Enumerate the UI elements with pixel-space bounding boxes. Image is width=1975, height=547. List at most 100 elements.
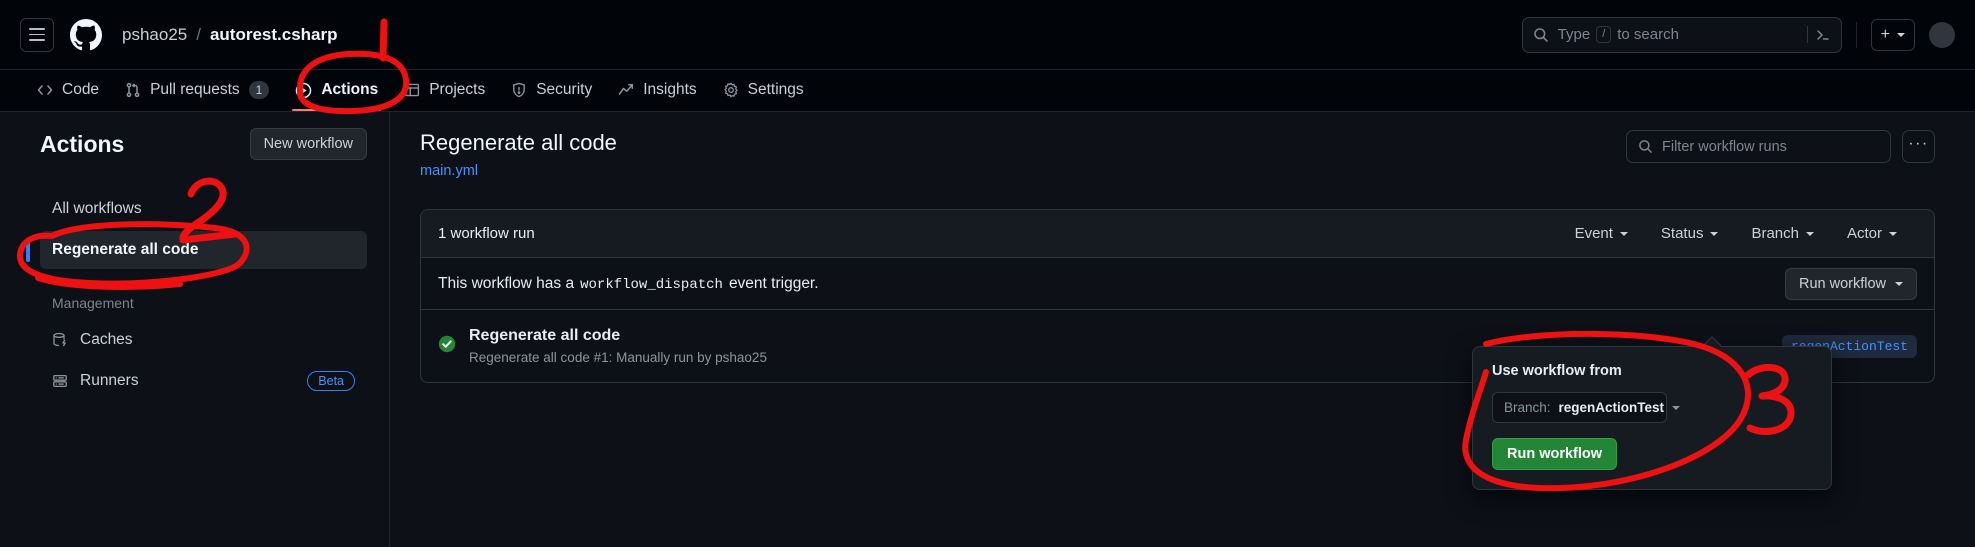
breadcrumb-separator: / — [196, 24, 201, 44]
branch-select-prefix: Branch: — [1504, 400, 1551, 415]
chevron-down-icon — [1710, 231, 1719, 236]
play-circle-icon — [295, 82, 312, 99]
tab-security[interactable]: Security — [498, 81, 605, 111]
tab-code[interactable]: Code — [24, 81, 112, 111]
server-icon — [52, 373, 68, 389]
filter-branch-dropdown[interactable]: Branch — [1751, 225, 1814, 242]
sidebar-item-runners[interactable]: Runners Beta — [40, 362, 367, 400]
sidebar-item-regenerate-all-code-label: Regenerate all code — [52, 241, 199, 258]
tab-projects-label: Projects — [429, 81, 486, 98]
chevron-down-icon — [1897, 32, 1905, 37]
run-workflow-dropdown-button[interactable]: Run workflow — [1784, 267, 1917, 300]
header-actions: Type / to search + — [1521, 16, 1955, 53]
dispatch-suffix: event trigger. — [728, 274, 819, 292]
tab-actions-label: Actions — [321, 81, 379, 98]
chevron-down-icon — [1889, 231, 1897, 236]
workflow-dispatch-notice: This workflow has a workflow_dispatch ev… — [421, 258, 1934, 310]
workflow-run-name[interactable]: Regenerate all code — [469, 327, 767, 345]
workflow-run-subtitle: Regenerate all code #1: Manually run by … — [469, 350, 767, 365]
code-icon — [37, 82, 53, 98]
breadcrumb: pshao25 / autorest.csharp — [122, 25, 338, 45]
shield-icon — [511, 82, 527, 98]
breadcrumb-repo[interactable]: autorest.csharp — [210, 25, 338, 45]
workflow-runs-header: 1 workflow run Event Status Branch Actor — [421, 210, 1934, 258]
check-circle-success-icon — [438, 335, 456, 358]
sidebar-group-management: Management — [52, 295, 134, 311]
plus-icon: + — [1880, 25, 1890, 43]
filter-workflow-runs-input[interactable]: Filter workflow runs — [1626, 130, 1891, 163]
tab-actions[interactable]: Actions — [282, 81, 391, 111]
sidebar-item-all-workflows[interactable]: All workflows — [40, 190, 367, 228]
create-new-button[interactable]: + — [1870, 18, 1915, 51]
git-pull-request-icon — [125, 82, 141, 98]
dispatch-prefix: This workflow has a — [438, 274, 575, 292]
sidebar-title: Actions — [40, 130, 125, 157]
search-slash-key: / — [1596, 26, 1612, 43]
workflow-header: Regenerate all code main.yml Filter work… — [420, 130, 1935, 179]
tab-insights-label: Insights — [643, 81, 697, 98]
tab-projects[interactable]: Projects — [391, 81, 498, 111]
tab-settings-label: Settings — [747, 81, 804, 98]
workflow-runs-count: 1 workflow run — [438, 225, 535, 242]
filter-status-dropdown[interactable]: Status — [1661, 225, 1719, 242]
chevron-down-icon — [1805, 231, 1814, 236]
tab-security-label: Security — [536, 81, 593, 98]
use-workflow-from-label: Use workflow from — [1492, 363, 1622, 379]
table-icon — [404, 82, 420, 98]
filter-actor-dropdown[interactable]: Actor — [1847, 225, 1897, 242]
run-workflow-submit-button[interactable]: Run workflow — [1492, 438, 1618, 470]
chevron-down-icon — [1672, 405, 1681, 410]
page-title: Regenerate all code — [420, 130, 617, 155]
global-header: pshao25 / autorest.csharp Type / to sear… — [0, 0, 1975, 70]
new-workflow-button[interactable]: New workflow — [249, 128, 367, 160]
workflow-run-info: Regenerate all code Regenerate all code … — [469, 327, 767, 365]
sidebar-item-caches[interactable]: Caches — [40, 321, 367, 359]
filter-actor-label: Actor — [1846, 225, 1882, 242]
dispatch-notice-text: This workflow has a workflow_dispatch ev… — [438, 275, 819, 293]
search-icon — [1638, 139, 1653, 154]
search-placeholder-suffix: to search — [1617, 26, 1679, 43]
github-logo-icon[interactable] — [70, 18, 102, 51]
overflow-menu-button[interactable]: ··· — [1902, 130, 1935, 163]
branch-select-value: regenActionTest — [1558, 400, 1665, 415]
chevron-down-icon — [1619, 231, 1628, 236]
search-icon — [1533, 27, 1549, 43]
sidebar-item-caches-label: Caches — [80, 331, 133, 348]
pull-requests-count: 1 — [248, 81, 270, 99]
workflow-file-link[interactable]: main.yml — [420, 163, 617, 179]
workflow-title-block: Regenerate all code main.yml — [420, 130, 617, 179]
search-placeholder-prefix: Type — [1557, 26, 1591, 43]
header-divider — [1855, 21, 1857, 48]
tab-settings[interactable]: Settings — [710, 81, 817, 111]
breadcrumb-owner[interactable]: pshao25 — [122, 25, 187, 45]
avatar[interactable] — [1929, 21, 1955, 48]
sidebar-item-all-workflows-label: All workflows — [52, 200, 142, 217]
filter-event-dropdown[interactable]: Event — [1575, 225, 1628, 242]
tab-pull-requests[interactable]: Pull requests 1 — [112, 81, 282, 111]
sidebar-item-runners-label: Runners — [80, 372, 139, 389]
dispatch-event-code: workflow_dispatch — [580, 276, 723, 293]
tab-insights[interactable]: Insights — [605, 81, 709, 111]
chevron-down-icon — [1895, 281, 1903, 286]
filter-status-label: Status — [1660, 225, 1704, 242]
global-search-input[interactable]: Type / to search — [1521, 16, 1842, 53]
gear-icon — [723, 82, 739, 98]
global-search-placeholder: Type / to search — [1558, 26, 1679, 43]
filter-placeholder: Filter workflow runs — [1662, 138, 1787, 155]
sidebar-header: Actions New workflow — [40, 128, 367, 160]
runners-beta-badge: Beta — [307, 371, 355, 391]
run-workflow-dropdown-label: Run workflow — [1798, 275, 1886, 292]
terminal-icon[interactable] — [1806, 26, 1831, 43]
branch-select-dropdown[interactable]: Branch: regenActionTest — [1492, 392, 1681, 423]
run-workflow-dropdown-panel: Use workflow from Branch: regenActionTes… — [1472, 336, 1832, 490]
hamburger-menu-icon[interactable] — [20, 17, 54, 52]
filter-branch-label: Branch — [1751, 225, 1799, 242]
sidebar-item-regenerate-all-code[interactable]: Regenerate all code — [26, 231, 367, 269]
workflow-runs-filters: Event Status Branch Actor — [1575, 225, 1917, 242]
tab-code-label: Code — [62, 81, 100, 98]
database-icon — [52, 332, 68, 348]
filter-event-label: Event — [1574, 225, 1613, 242]
workflow-header-actions: Filter workflow runs ··· — [1626, 130, 1935, 163]
repository-nav: Code Pull requests 1 Actions Projects Se… — [0, 70, 1975, 112]
github-actions-page: pshao25 / autorest.csharp Type / to sear… — [0, 0, 1975, 547]
